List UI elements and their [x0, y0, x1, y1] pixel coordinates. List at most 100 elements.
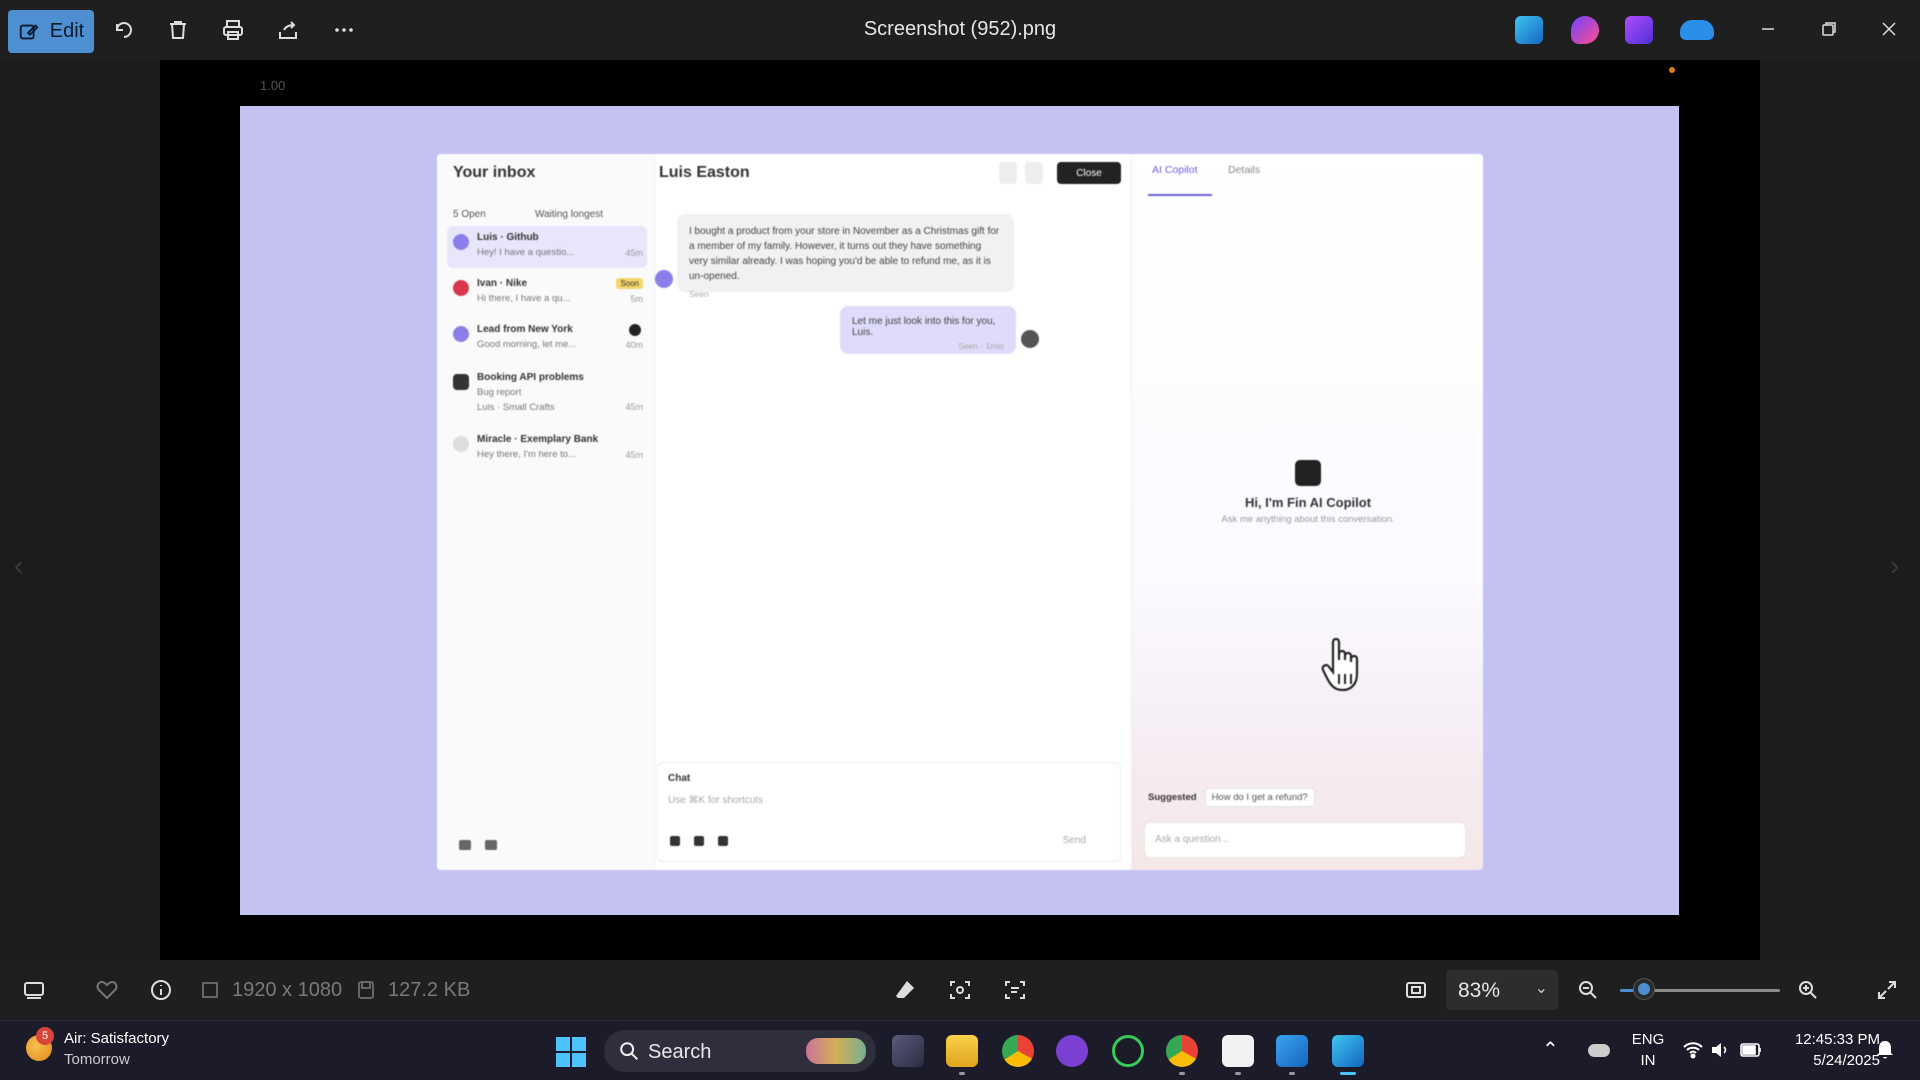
copilot-suggestion: Suggested How do I get a refund? — [1148, 788, 1315, 807]
message-composer: Chat Use ⌘K for shortcuts Send — [657, 762, 1121, 862]
minimize-icon[interactable] — [1753, 14, 1783, 44]
wifi-icon[interactable] — [1682, 1041, 1704, 1059]
tab-details: Details — [1228, 164, 1261, 176]
conversation-time: 45m — [625, 402, 643, 412]
rotate-icon[interactable] — [110, 16, 138, 44]
next-image-icon[interactable]: › — [1890, 550, 1899, 582]
restore-icon[interactable] — [1814, 14, 1844, 44]
snooze-icon — [1025, 162, 1043, 184]
battery-icon[interactable] — [1740, 1043, 1762, 1057]
tab-ai-copilot: AI Copilot — [1152, 164, 1198, 176]
image-viewport[interactable]: 1.00 Your inbox 5 Open Waiting longest L… — [14, 60, 1899, 960]
timer-text: 1.00 — [260, 78, 286, 93]
inbox-panel: Your inbox 5 Open Waiting longest Luis ·… — [437, 154, 655, 870]
conversation-time: 45m — [625, 450, 643, 460]
language-top[interactable]: ENG — [1630, 1031, 1666, 1048]
conversation-item: Luis · Github Hey! I have a questio... 4… — [447, 226, 647, 268]
erase-icon[interactable] — [891, 976, 919, 1004]
photos-toolbar: Edit Screenshot (952).png — [0, 0, 1920, 60]
chrome-icon[interactable] — [1002, 1035, 1034, 1067]
conversation-preview: Hi there, I have a qu... — [477, 293, 571, 304]
conversation-time: 40m — [625, 340, 643, 350]
more-options-icon[interactable] — [330, 16, 358, 44]
previous-image-icon[interactable]: ‹ — [14, 550, 23, 582]
notification-bell-icon[interactable] — [1874, 1039, 1896, 1061]
agent-avatar — [1021, 330, 1039, 348]
conversation-name: Miracle · Exemplary Bank — [477, 434, 599, 445]
photos-info-bar: 1920 x 1080 127.2 KB 83% ⌄ — [0, 960, 1920, 1020]
print-icon[interactable] — [219, 16, 247, 44]
windows-taskbar: 5 Air: Satisfactory Tomorrow Search ⌃ EN… — [0, 1020, 1920, 1080]
chat-contact-name: Luis Easton — [659, 164, 750, 181]
zoom-slider-thumb[interactable] — [1634, 979, 1654, 999]
taskbar-clock[interactable]: 12:45:33 PM 5/24/2025 — [1770, 1029, 1880, 1071]
outgoing-message-meta: Seen · 1min — [958, 341, 1004, 351]
conversation-name: Luis · Github — [477, 232, 539, 243]
image-dimensions: 1920 x 1080 — [232, 979, 343, 1001]
file-info-icon[interactable] — [147, 976, 175, 1004]
photos-editor-icon[interactable] — [1515, 16, 1543, 44]
conversation-company: Luis · Small Crafts — [477, 402, 555, 413]
text-scan-icon[interactable] — [1001, 976, 1029, 1004]
edit-image-icon — [19, 23, 39, 39]
file-explorer-icon[interactable] — [946, 1035, 978, 1075]
chevron-down-icon: ⌄ — [1534, 980, 1548, 997]
photos-app-icon[interactable] — [1332, 1035, 1364, 1075]
share-icon[interactable] — [274, 16, 302, 44]
capcut-icon[interactable] — [1222, 1035, 1254, 1075]
clock-date: 5/24/2025 — [1813, 1052, 1880, 1069]
displayed-image: Your inbox 5 Open Waiting longest Luis ·… — [240, 106, 1679, 915]
onedrive-tray-icon[interactable] — [1588, 1044, 1610, 1057]
video-editor-icon[interactable] — [1625, 16, 1653, 44]
fit-to-window-icon[interactable] — [1402, 976, 1430, 1004]
onedrive-icon[interactable] — [1680, 20, 1714, 40]
customer-avatar — [655, 270, 673, 288]
vscode-icon[interactable] — [1276, 1035, 1308, 1075]
file-size: 127.2 KB — [388, 979, 471, 1001]
fullscreen-icon[interactable] — [1873, 976, 1901, 1004]
language-bottom[interactable]: IN — [1630, 1052, 1666, 1069]
close-window-icon[interactable] — [1874, 14, 1904, 44]
task-view-icon[interactable] — [892, 1035, 924, 1067]
close-label: Close — [1076, 167, 1102, 179]
zoom-in-icon[interactable] — [1794, 976, 1822, 1004]
volume-icon[interactable] — [1710, 1041, 1730, 1059]
conversation-item: Lead from New York Good morning, let me.… — [447, 318, 647, 360]
weather-status: Air: Satisfactory — [64, 1030, 170, 1047]
copilot-greeting: Hi, I'm Fin AI Copilot — [1244, 495, 1372, 510]
sync-app-icon[interactable] — [1112, 1035, 1144, 1067]
conversation-item: Miracle · Exemplary Bank Hey there, I'm … — [447, 428, 647, 470]
edit-button[interactable]: Edit — [8, 10, 94, 53]
start-button[interactable] — [556, 1037, 586, 1067]
clipchamp-icon[interactable] — [1571, 16, 1599, 44]
chevron-up-icon[interactable]: ⌃ — [1542, 1037, 1559, 1062]
search-label: Search — [648, 1041, 712, 1063]
favorite-heart-icon[interactable] — [93, 976, 121, 1004]
dimensions-icon — [196, 976, 224, 1004]
incoming-message-meta: Seen — [689, 289, 709, 299]
composer-tools — [670, 836, 728, 846]
taskbar-search[interactable]: Search — [604, 1030, 876, 1072]
weather-badge: 5 — [36, 1027, 54, 1045]
avatar — [453, 280, 469, 296]
copilot-panel: AI Copilot Details Hi, I'm Fin AI Copilo… — [1131, 154, 1483, 870]
chrome-profile-icon[interactable] — [1166, 1035, 1198, 1075]
conversation-preview: Hey! I have a questio... — [477, 247, 575, 258]
status-badge: Soon — [616, 278, 643, 289]
close-conversation-button: Close — [1057, 162, 1121, 184]
conversation-time: 45m — [625, 248, 643, 258]
filmstrip-icon[interactable] — [20, 976, 48, 1004]
weather-subtext: Tomorrow — [64, 1051, 130, 1068]
more-icon — [999, 162, 1017, 184]
zoom-out-icon[interactable] — [1574, 976, 1602, 1004]
visual-search-icon[interactable] — [946, 976, 974, 1004]
search-highlight-art — [806, 1038, 866, 1064]
avatar — [453, 326, 469, 342]
avatar — [453, 234, 469, 250]
hand-cursor-icon — [1321, 637, 1359, 692]
screenshot-app-window: Your inbox 5 Open Waiting longest Luis ·… — [437, 154, 1483, 870]
github-icon[interactable] — [1056, 1035, 1088, 1067]
zoom-dropdown[interactable]: 83% ⌄ — [1446, 970, 1558, 1010]
delete-icon[interactable] — [164, 16, 192, 44]
conversation-name: Lead from New York — [477, 324, 573, 335]
